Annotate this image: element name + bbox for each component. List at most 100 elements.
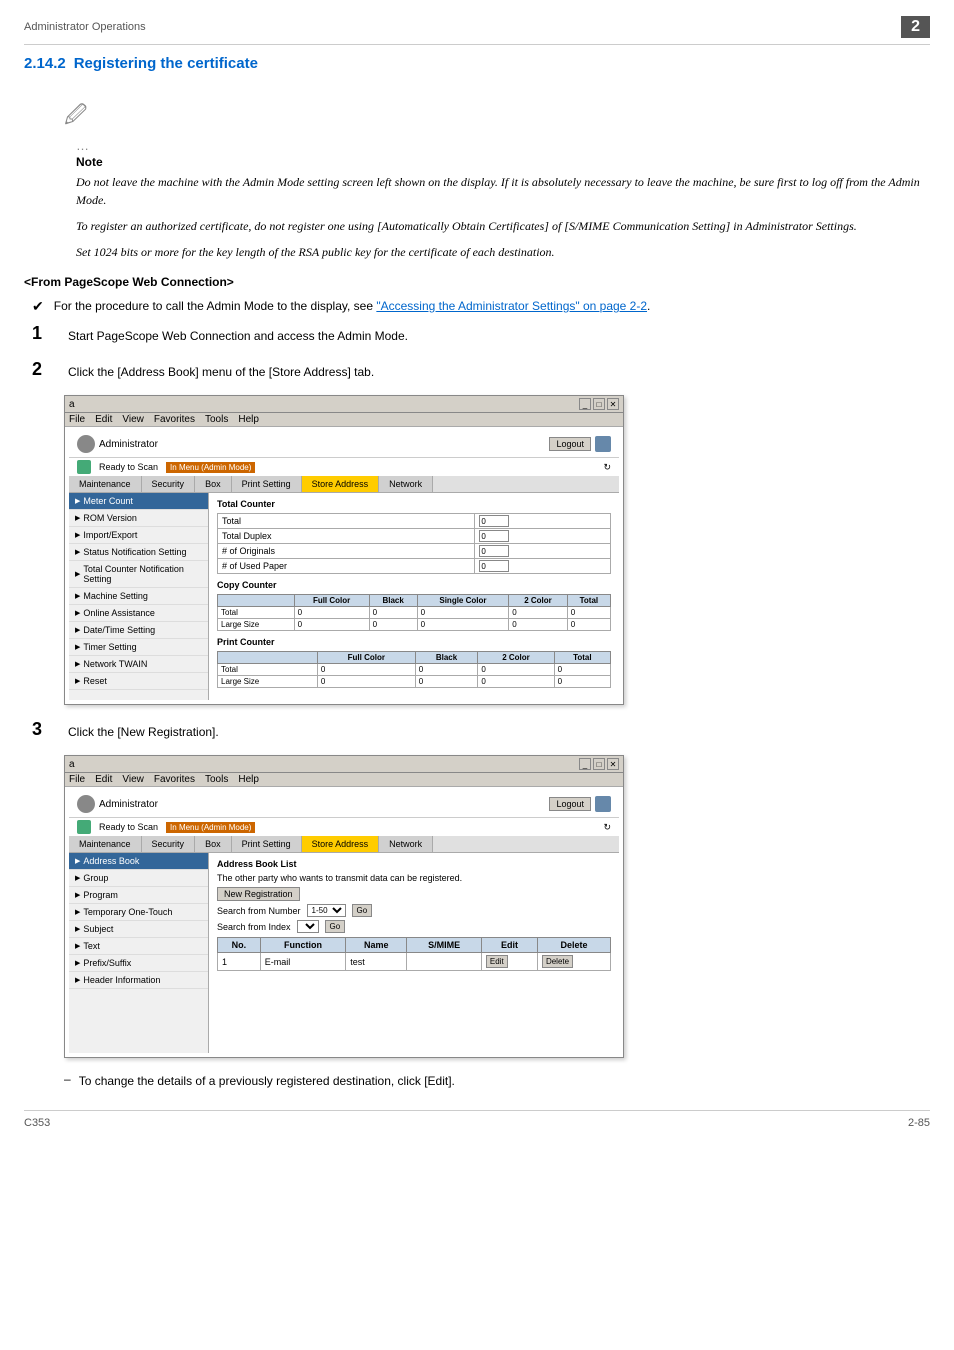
step-3-number: 3 xyxy=(32,719,60,740)
sidebar-prefix-suffix[interactable]: ▶Prefix/Suffix xyxy=(69,955,208,972)
search-index-dropdown[interactable] xyxy=(297,920,319,933)
close-btn-1[interactable]: ✕ xyxy=(607,398,619,410)
tab-maintenance-2[interactable]: Maintenance xyxy=(69,836,142,852)
menu-favorites-1[interactable]: Favorites xyxy=(154,414,195,425)
sidebar-group[interactable]: ▶Group xyxy=(69,870,208,887)
menu-help-1[interactable]: Help xyxy=(238,414,259,425)
browser-window-1: a _ □ ✕ File Edit View Favorites Tools H… xyxy=(64,395,624,705)
col-header-function: Function xyxy=(260,938,346,953)
minimize-btn-2[interactable]: _ xyxy=(579,758,591,770)
minimize-btn-1[interactable]: _ xyxy=(579,398,591,410)
search-range-dropdown[interactable]: 1-50 xyxy=(307,904,346,917)
tab-store-address-2[interactable]: Store Address xyxy=(302,836,380,852)
admin-status-bar-2: Ready to Scan In Menu (Admin Mode) ↻ xyxy=(69,818,619,836)
tab-box-2[interactable]: Box xyxy=(195,836,232,852)
note-icon: 🖉 xyxy=(64,98,930,136)
menu-file-1[interactable]: File xyxy=(69,414,85,425)
logout-btn-2[interactable]: Logout xyxy=(549,797,591,811)
sidebar-online-assistance[interactable]: ▶Online Assistance xyxy=(69,605,208,622)
menu-view-2[interactable]: View xyxy=(122,774,144,785)
tab-box-1[interactable]: Box xyxy=(195,476,232,492)
sidebar-status-notification[interactable]: ▶Status Notification Setting xyxy=(69,544,208,561)
admin-logo-icon-1 xyxy=(77,435,95,453)
step-2-row: 2 Click the [Address Book] menu of the [… xyxy=(32,359,930,381)
total-counter-title: Total Counter xyxy=(217,499,611,509)
section-number: 2.14.2 xyxy=(24,55,66,72)
admin-mode-badge-2: In Menu (Admin Mode) xyxy=(166,822,255,833)
step-2-number: 2 xyxy=(32,359,60,380)
dash-note-text: To change the details of a previously re… xyxy=(79,1072,455,1090)
sidebar-address-book[interactable]: ▶Address Book xyxy=(69,853,208,870)
go-btn-index[interactable]: Go xyxy=(325,920,346,933)
refresh-icon-1: ↻ xyxy=(603,462,611,473)
sidebar-text[interactable]: ▶Text xyxy=(69,938,208,955)
sidebar-import-export[interactable]: ▶Import/Export xyxy=(69,527,208,544)
admin-label-1: Administrator xyxy=(99,439,158,450)
logout-btn-1[interactable]: Logout xyxy=(549,437,591,451)
menu-favorites-2[interactable]: Favorites xyxy=(154,774,195,785)
step-3-row: 3 Click the [New Registration]. xyxy=(32,719,930,741)
sidebar-rom-version[interactable]: ▶ROM Version xyxy=(69,510,208,527)
admin-header-2: Administrator Logout xyxy=(69,791,619,818)
sidebar-machine-setting[interactable]: ▶Machine Setting xyxy=(69,588,208,605)
edit-btn-row1[interactable]: Edit xyxy=(486,955,508,968)
sidebar-total-counter-notification[interactable]: ▶Total Counter Notification Setting xyxy=(69,561,208,588)
admin-logo-2: Administrator xyxy=(77,795,158,813)
sidebar-datetime-setting[interactable]: ▶Date/Time Setting xyxy=(69,622,208,639)
page-header: Administrator Operations 2 xyxy=(24,16,930,45)
browser-content-1: Administrator Logout Ready to Scan In Me… xyxy=(65,427,623,704)
menu-file-2[interactable]: File xyxy=(69,774,85,785)
browser-titlebar-2: a _ □ ✕ xyxy=(65,756,623,773)
new-registration-btn[interactable]: New Registration xyxy=(217,887,300,901)
sidebar-subject[interactable]: ▶Subject xyxy=(69,921,208,938)
check-text-before: For the procedure to call the Admin Mode… xyxy=(54,299,377,313)
titlebar-buttons-2: _ □ ✕ xyxy=(579,758,619,770)
maximize-btn-2[interactable]: □ xyxy=(593,758,605,770)
admin-logo-icon-2 xyxy=(77,795,95,813)
tab-print-setting-1[interactable]: Print Setting xyxy=(232,476,302,492)
tab-store-address-1[interactable]: Store Address xyxy=(302,476,380,492)
col-header-edit: Edit xyxy=(481,938,537,953)
menu-tools-2[interactable]: Tools xyxy=(205,774,228,785)
menu-edit-2[interactable]: Edit xyxy=(95,774,112,785)
cell-name: test xyxy=(346,953,407,971)
tab-maintenance-1[interactable]: Maintenance xyxy=(69,476,142,492)
accessing-admin-link[interactable]: "Accessing the Administrator Settings" o… xyxy=(376,299,647,313)
check-text-after: . xyxy=(647,299,650,313)
dash-symbol: – xyxy=(64,1072,71,1086)
tab-security-2[interactable]: Security xyxy=(142,836,196,852)
sidebar-network-twain[interactable]: ▶Network TWAIN xyxy=(69,656,208,673)
tab-security-1[interactable]: Security xyxy=(142,476,196,492)
browser-content-2: Administrator Logout Ready to Scan In Me… xyxy=(65,787,623,1057)
admin-logo-1: Administrator xyxy=(77,435,158,453)
status-icon-scan-1 xyxy=(77,460,91,474)
search-from-index-row: Search from Index Go xyxy=(217,920,611,933)
menu-view-1[interactable]: View xyxy=(122,414,144,425)
browser-menubar-2: File Edit View Favorites Tools Help xyxy=(65,773,623,787)
tab-network-1[interactable]: Network xyxy=(379,476,433,492)
menu-tools-1[interactable]: Tools xyxy=(205,414,228,425)
delete-btn-row1[interactable]: Delete xyxy=(542,955,573,968)
menu-edit-1[interactable]: Edit xyxy=(95,414,112,425)
step-3-text: Click the [New Registration]. xyxy=(68,719,219,741)
check-mark-icon: ✔ xyxy=(32,298,44,315)
maximize-btn-1[interactable]: □ xyxy=(593,398,605,410)
menu-help-2[interactable]: Help xyxy=(238,774,259,785)
note-label: Note xyxy=(76,155,930,169)
sidebar-timer-setting[interactable]: ▶Timer Setting xyxy=(69,639,208,656)
cell-smime xyxy=(407,953,482,971)
admin-sidebar-2: ▶Address Book ▶Group ▶Program ▶Temporary… xyxy=(69,853,209,1053)
sidebar-meter-count[interactable]: ▶Meter Count xyxy=(69,493,208,510)
admin-sidebar-1: ▶Meter Count ▶ROM Version ▶Import/Export… xyxy=(69,493,209,700)
sidebar-program[interactable]: ▶Program xyxy=(69,887,208,904)
go-btn-number[interactable]: Go xyxy=(352,904,373,917)
page-number: 2 xyxy=(901,16,930,38)
sidebar-reset[interactable]: ▶Reset xyxy=(69,673,208,690)
browser-title-1: a xyxy=(69,399,75,410)
close-btn-2[interactable]: ✕ xyxy=(607,758,619,770)
sidebar-header-info[interactable]: ▶Header Information xyxy=(69,972,208,989)
note-line-3: Set 1024 bits or more for the key length… xyxy=(76,243,930,261)
tab-print-setting-2[interactable]: Print Setting xyxy=(232,836,302,852)
sidebar-temp-onetouch[interactable]: ▶Temporary One-Touch xyxy=(69,904,208,921)
tab-network-2[interactable]: Network xyxy=(379,836,433,852)
